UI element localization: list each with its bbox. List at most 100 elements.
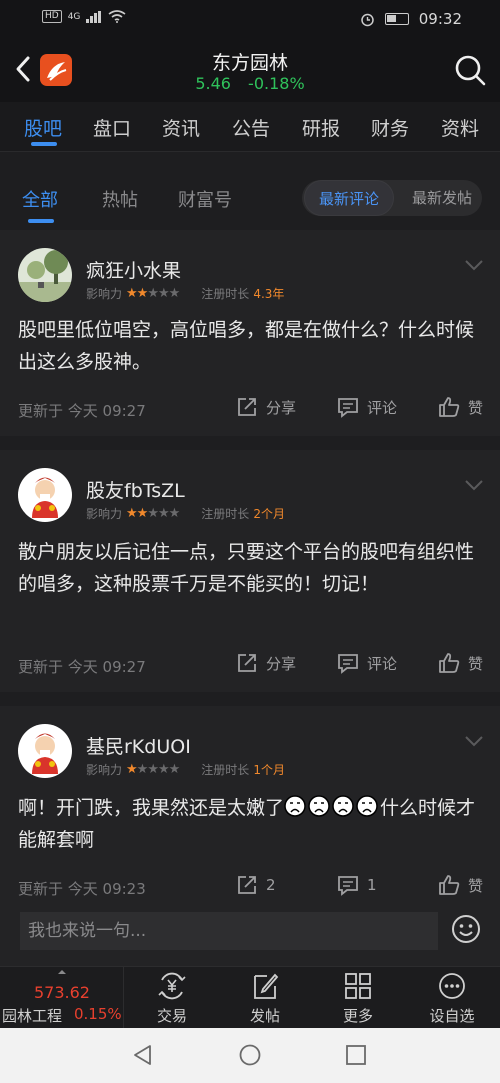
system-nav-bar xyxy=(0,1028,500,1083)
clock: 09:32 xyxy=(418,10,462,28)
edit-icon xyxy=(254,973,279,999)
tab-profile[interactable]: 资料 xyxy=(441,114,479,141)
stock-name: 东方园林 xyxy=(211,52,288,74)
stock-price: 5.46 xyxy=(195,74,231,93)
sort-latest-post[interactable]: 最新发帖 xyxy=(402,180,482,216)
reg-duration: 4.3年 xyxy=(253,287,285,301)
tab-research[interactable]: 研报 xyxy=(302,114,340,141)
tab-guba[interactable]: 股吧 xyxy=(24,114,62,141)
share-label: 分享 xyxy=(266,398,297,417)
status-bar: HD 4G 09:32 xyxy=(0,0,500,38)
sort-toggle: 最新评论 最新发帖 xyxy=(302,180,482,216)
comment-input[interactable] xyxy=(20,912,438,950)
tab-pankou[interactable]: 盘口 xyxy=(93,114,131,141)
nav-home-icon[interactable] xyxy=(239,1044,261,1066)
comment-bar xyxy=(0,898,500,966)
tab-finance[interactable]: 财务 xyxy=(371,114,409,141)
like-label: 赞 xyxy=(468,398,484,417)
reg-label: 注册时长 xyxy=(201,287,250,301)
avatar[interactable] xyxy=(18,468,72,522)
stock-header: 东方园林 5.46 -0.18% xyxy=(0,38,500,102)
share-button[interactable]: 分享 xyxy=(236,396,296,418)
share-button[interactable]: 2 xyxy=(236,874,276,896)
sub-tabs: 全部 热帖 财富号 最新评论 最新发帖 xyxy=(0,160,500,226)
comment-count: 1 xyxy=(367,876,377,894)
stock-change: -0.18% xyxy=(248,74,305,93)
subtab-all[interactable]: 全部 xyxy=(22,186,58,212)
emoji-icon[interactable] xyxy=(451,914,481,944)
post-content[interactable]: 股吧里低位唱空，高位唱多，都是在做什么？什么时候出这么多股神。 xyxy=(18,314,478,378)
like-button[interactable]: 赞 xyxy=(438,874,483,896)
chevron-down-icon[interactable] xyxy=(464,734,484,748)
post-time: 更新于 今天 09:23 xyxy=(18,880,146,898)
caret-up-icon xyxy=(58,970,66,974)
post-username[interactable]: 股友fbTsZL xyxy=(86,476,185,503)
new-post-button[interactable]: 发帖 xyxy=(220,967,310,1029)
add-watchlist-button[interactable]: 设自选 xyxy=(407,967,497,1029)
subtab-hot[interactable]: 热帖 xyxy=(102,186,138,212)
comment-button[interactable]: 1 xyxy=(337,874,377,896)
share-button[interactable]: 分享 xyxy=(236,652,296,674)
post-content[interactable]: 散户朋友以后记住一点，只要这个平台的股吧有组织性的唱多，这种股票千万是不能买的！… xyxy=(18,536,478,600)
share-count: 2 xyxy=(266,876,276,894)
alarm-icon xyxy=(361,13,374,26)
chevron-down-icon[interactable] xyxy=(464,478,484,492)
influence-stars: ★★★★★ xyxy=(126,762,180,777)
chevron-down-icon[interactable] xyxy=(464,258,484,272)
post-meta: 影响力 ★★★★★ 注册时长 2个月 xyxy=(86,505,285,522)
comment-button[interactable]: 评论 xyxy=(337,396,397,418)
trade-icon xyxy=(158,972,186,1000)
subtab-caifuhao[interactable]: 财富号 xyxy=(178,186,232,212)
nav-back-icon[interactable] xyxy=(132,1044,154,1066)
avatar[interactable] xyxy=(18,248,72,302)
comment-icon xyxy=(338,654,358,674)
active-subtab-indicator xyxy=(28,219,54,223)
like-button[interactable]: 赞 xyxy=(438,652,483,674)
main-tabs: 股吧 盘口 资讯 公告 研报 财务 资料 xyxy=(0,102,500,152)
network-type: 4G xyxy=(67,11,81,22)
post-username[interactable]: 疯狂小水果 xyxy=(86,256,181,283)
post-card[interactable]: 疯狂小水果 影响力 ★★★★★ 注册时长 4.3年 股吧里低位唱空，高位唱多，都… xyxy=(0,230,500,436)
signal-icon xyxy=(86,10,102,23)
more-button[interactable]: 更多 xyxy=(313,967,403,1029)
sector-ticker[interactable]: 573.62 园林工程 0.15% xyxy=(0,967,124,1029)
sector-change: 0.15% xyxy=(74,1005,122,1023)
avatar[interactable] xyxy=(18,724,72,778)
share-label: 分享 xyxy=(266,654,297,673)
sector-index-value: 573.62 xyxy=(34,983,90,1002)
post-card[interactable]: 股友fbTsZL 影响力 ★★★★★ 注册时长 2个月 散户朋友以后记住一点，只… xyxy=(0,450,500,692)
reg-duration: 2个月 xyxy=(253,507,285,521)
post-meta: 影响力 ★★★★★ 注册时长 4.3年 xyxy=(86,285,284,302)
post-time: 更新于 今天 09:27 xyxy=(18,658,146,676)
post-content[interactable]: 啊！开门跌，我果然还是太嫩了 什么时候才能解套啊 xyxy=(18,792,478,856)
stock-quote: 5.46 -0.18% xyxy=(0,74,500,93)
search-icon[interactable] xyxy=(454,54,486,86)
sector-name: 园林工程 xyxy=(2,1007,63,1025)
crying-emoji-icons xyxy=(284,795,380,819)
sort-latest-comment[interactable]: 最新评论 xyxy=(304,180,394,216)
tab-announcements[interactable]: 公告 xyxy=(232,114,270,141)
reg-duration: 1个月 xyxy=(253,763,285,777)
active-tab-indicator xyxy=(31,142,57,146)
like-button[interactable]: 赞 xyxy=(438,396,483,418)
share-icon xyxy=(238,398,256,416)
thumbs-up-icon xyxy=(439,653,460,673)
new-post-label: 发帖 xyxy=(249,1007,280,1025)
tab-news[interactable]: 资讯 xyxy=(162,114,200,141)
comment-button[interactable]: 评论 xyxy=(337,652,397,674)
trade-button[interactable]: 交易 xyxy=(127,967,217,1029)
thumbs-up-icon xyxy=(439,875,460,895)
comment-label: 评论 xyxy=(367,654,398,673)
influence-label: 影响力 xyxy=(86,763,123,777)
comment-icon xyxy=(338,398,358,418)
wifi-icon xyxy=(108,10,126,23)
comment-label: 评论 xyxy=(367,398,398,417)
reg-label: 注册时长 xyxy=(201,507,250,521)
post-time: 更新于 今天 09:27 xyxy=(18,402,146,420)
post-card[interactable]: 基民rKdUOI 影响力 ★★★★★ 注册时长 1个月 啊！开门跌，我果然还是太… xyxy=(0,706,500,898)
trade-label: 交易 xyxy=(156,1007,187,1025)
nav-recents-icon[interactable] xyxy=(345,1044,367,1066)
post-username[interactable]: 基民rKdUOI xyxy=(86,732,191,759)
influence-stars: ★★★★★ xyxy=(126,286,180,301)
hd-icon: HD xyxy=(42,10,62,23)
